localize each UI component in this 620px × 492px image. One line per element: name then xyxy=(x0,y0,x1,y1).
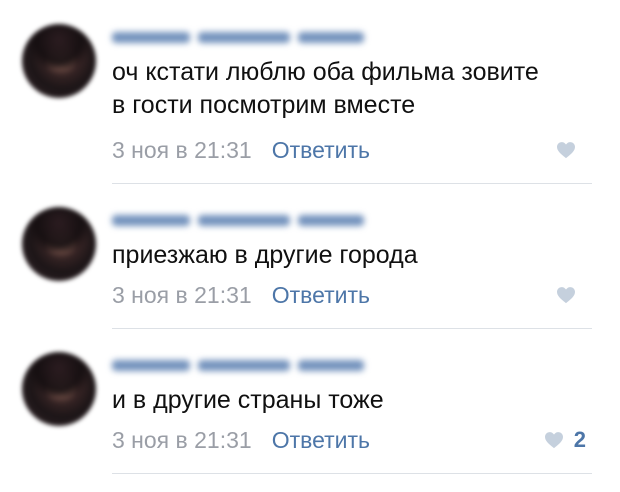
comment-meta: 3 ноя в 21:31 Ответить xyxy=(112,280,370,310)
divider xyxy=(112,473,592,474)
heart-icon xyxy=(557,287,575,304)
author-name-blurred[interactable] xyxy=(112,207,364,233)
heart-icon xyxy=(544,432,563,449)
comment-thread: оч кстати люблю оба фильма зовите в гост… xyxy=(0,0,620,492)
reply-link[interactable]: Ответить xyxy=(272,280,370,310)
reply-link[interactable]: Ответить xyxy=(272,135,370,165)
blurred-name-part xyxy=(298,359,364,371)
comment-date[interactable]: 3 ноя в 21:31 xyxy=(112,280,252,310)
like-button[interactable]: 2 xyxy=(544,425,586,455)
comment-date[interactable]: 3 ноя в 21:31 xyxy=(112,425,252,455)
blurred-name-part xyxy=(198,359,290,371)
like-button[interactable] xyxy=(556,135,586,165)
reply-link[interactable]: Ответить xyxy=(272,425,370,455)
blurred-name-part xyxy=(112,359,190,371)
avatar[interactable] xyxy=(22,24,96,98)
blurred-name-part xyxy=(112,214,190,226)
heart-icon xyxy=(557,142,575,159)
comment-item: и в другие страны тоже 3 ноя в 21:31 Отв… xyxy=(0,328,620,473)
avatar[interactable] xyxy=(22,207,96,281)
comment-meta: 3 ноя в 21:31 Ответить xyxy=(112,135,370,165)
like-count: 2 xyxy=(573,427,586,452)
author-name-blurred[interactable] xyxy=(112,352,364,378)
blurred-name-part xyxy=(298,214,364,226)
blurred-name-part xyxy=(198,31,290,43)
comment-text: приезжаю в другие города xyxy=(112,241,418,269)
blurred-name-part xyxy=(198,214,290,226)
blurred-name-part xyxy=(298,31,364,43)
comment-item: приезжаю в другие города 3 ноя в 21:31 О… xyxy=(0,183,620,328)
author-name-blurred[interactable] xyxy=(112,24,364,50)
like-button[interactable] xyxy=(556,280,586,310)
blurred-name-part xyxy=(112,31,190,43)
comment-text: оч кстати люблю оба фильма зовите в гост… xyxy=(112,58,539,119)
comment-text: и в другие страны тоже xyxy=(112,386,384,414)
comment-item: оч кстати люблю оба фильма зовите в гост… xyxy=(0,0,620,183)
comment-meta: 3 ноя в 21:31 Ответить xyxy=(112,425,370,455)
comment-date[interactable]: 3 ноя в 21:31 xyxy=(112,135,252,165)
avatar[interactable] xyxy=(22,352,96,426)
